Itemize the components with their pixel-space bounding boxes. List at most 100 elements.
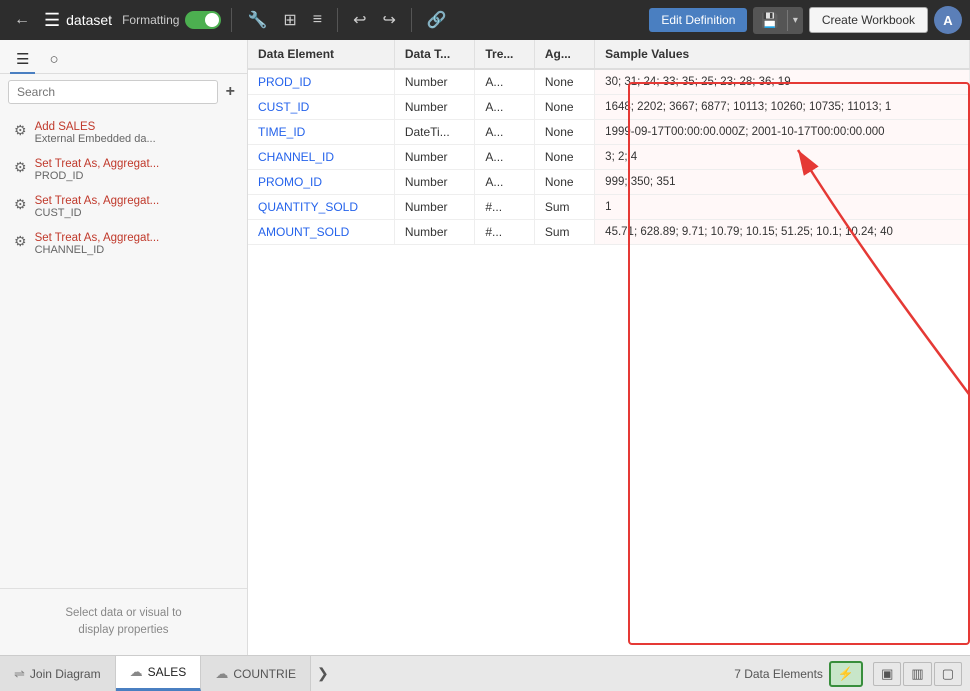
separator-1 <box>231 8 232 32</box>
table-row[interactable]: TIME_ID DateTi... A... None 1999-09-17T0… <box>248 120 970 145</box>
list-view-button[interactable]: ≡ <box>308 7 327 33</box>
cell-element: PROMO_ID <box>248 170 394 195</box>
settings-icon: ⚙ <box>14 159 27 176</box>
countries-label: COUNTRIE <box>233 667 296 681</box>
wrench-button[interactable]: 🔧 <box>242 6 272 34</box>
next-tab-button[interactable]: ❯ <box>311 661 335 686</box>
add-button[interactable]: + <box>222 81 239 103</box>
join-diagram-icon: ⇌ <box>14 666 25 682</box>
left-panel-footer: Select data or visual todisplay properti… <box>0 588 247 656</box>
redo-button[interactable]: ↪ <box>378 6 401 34</box>
formatting-toggle[interactable] <box>185 11 221 29</box>
toggle-knob <box>205 13 219 27</box>
cell-agg: Sum <box>534 220 594 245</box>
col-header-agg: Ag... <box>534 40 594 69</box>
toolbar-title: dataset <box>66 12 112 28</box>
view-buttons: ▣ ▥ ▢ <box>873 662 970 686</box>
save-dropdown-button[interactable]: ▾ <box>787 10 803 31</box>
sales-label: SALES <box>148 665 187 679</box>
item-subtitle: PROD_ID <box>35 170 160 182</box>
cell-treat: #... <box>475 220 535 245</box>
settings-icon: ⚙ <box>14 233 27 250</box>
back-button[interactable]: ← <box>8 7 36 33</box>
cell-datatype: Number <box>394 170 475 195</box>
sales-cloud-icon: ☁ <box>130 664 143 680</box>
edit-definition-button[interactable]: Edit Definition <box>649 8 747 32</box>
link-button[interactable]: 🔗 <box>422 6 452 34</box>
cell-datatype: DateTi... <box>394 120 475 145</box>
cell-datatype: Number <box>394 145 475 170</box>
data-elements-label: 7 Data Elements <box>734 667 823 681</box>
list-item[interactable]: ⚙ Set Treat As, Aggregat... CHANNEL_ID <box>4 226 243 262</box>
countries-cloud-icon: ☁ <box>215 666 228 682</box>
split-view-button[interactable]: ▥ <box>903 662 931 686</box>
separator-2 <box>337 8 338 32</box>
cell-element: PROD_ID <box>248 69 394 95</box>
tab-countries[interactable]: ☁ COUNTRIE <box>201 656 311 691</box>
cell-datatype: Number <box>394 220 475 245</box>
cell-treat: A... <box>475 145 535 170</box>
cell-agg: Sum <box>534 195 594 220</box>
main-toolbar: ← ☰ dataset Formatting 🔧 ⊞ ≡ ↩ ↪ 🔗 Edit … <box>0 0 970 40</box>
list-item[interactable]: ⚙ Add SALES External Embedded da... <box>4 115 243 151</box>
data-table-wrapper[interactable]: Data Element Data T... Tre... Ag... Samp… <box>248 40 970 655</box>
list-item[interactable]: ⚙ Set Treat As, Aggregat... PROD_ID <box>4 152 243 188</box>
item-title: Set Treat As, Aggregat... <box>35 232 160 244</box>
avatar[interactable]: A <box>934 6 962 34</box>
item-title: Set Treat As, Aggregat... <box>35 195 160 207</box>
list-item[interactable]: ⚙ Set Treat As, Aggregat... CUST_ID <box>4 189 243 225</box>
separator-3 <box>411 8 412 32</box>
table-row[interactable]: PROMO_ID Number A... None 999; 350; 351 <box>248 170 970 195</box>
list-view-button[interactable]: ▢ <box>934 662 962 686</box>
cell-sample: 1648; 2202; 3667; 6877; 10113; 10260; 10… <box>595 95 970 120</box>
tab-sales[interactable]: ☁ SALES <box>116 656 202 691</box>
cell-sample: 3; 2; 4 <box>595 145 970 170</box>
data-table: Data Element Data T... Tre... Ag... Samp… <box>248 40 970 245</box>
item-text: Set Treat As, Aggregat... PROD_ID <box>35 158 160 182</box>
table-row[interactable]: PROD_ID Number A... None 30; 31; 24; 33;… <box>248 69 970 95</box>
cell-element: CHANNEL_ID <box>248 145 394 170</box>
create-workbook-button[interactable]: Create Workbook <box>809 7 928 33</box>
main-content: Data Element Data T... Tre... Ag... Samp… <box>248 40 970 655</box>
settings-icon: ⚙ <box>14 196 27 213</box>
left-panel-tabs: ☰ ○ <box>0 40 247 74</box>
join-diagram-label: Join Diagram <box>30 667 101 681</box>
left-panel-items: ⚙ Add SALES External Embedded da... ⚙ Se… <box>0 110 247 588</box>
table-row[interactable]: CHANNEL_ID Number A... None 3; 2; 4 <box>248 145 970 170</box>
item-subtitle: CHANNEL_ID <box>35 244 160 256</box>
cell-sample: 1 <box>595 195 970 220</box>
undo-button[interactable]: ↩ <box>348 6 371 34</box>
table-row[interactable]: QUANTITY_SOLD Number #... Sum 1 <box>248 195 970 220</box>
table-row[interactable]: AMOUNT_SOLD Number #... Sum 45.71; 628.8… <box>248 220 970 245</box>
bottom-info: 7 Data Elements ⚡ <box>724 661 873 687</box>
cell-agg: None <box>534 170 594 195</box>
cell-sample: 45.71; 628.89; 9.71; 10.79; 10.15; 51.25… <box>595 220 970 245</box>
left-panel: ☰ ○ + ⚙ Add SALES External Embedded da..… <box>0 40 248 655</box>
cell-agg: None <box>534 95 594 120</box>
col-header-datatype: Data T... <box>394 40 475 69</box>
cell-treat: A... <box>475 120 535 145</box>
settings-icon: ⚙ <box>14 122 27 139</box>
formatting-label: Formatting <box>122 13 179 27</box>
table-row[interactable]: CUST_ID Number A... None 1648; 2202; 366… <box>248 95 970 120</box>
save-group: 💾 ▾ <box>753 7 802 34</box>
search-input[interactable] <box>8 80 218 104</box>
grid-view-button[interactable]: ▣ <box>873 662 901 686</box>
bottom-bar: ⇌ Join Diagram ☁ SALES ☁ COUNTRIE ❯ 7 Da… <box>0 655 970 691</box>
tab-join-diagram[interactable]: ⇌ Join Diagram <box>0 656 116 691</box>
grid-view-button[interactable]: ⊞ <box>278 6 301 34</box>
cell-datatype: Number <box>394 69 475 95</box>
cell-agg: None <box>534 120 594 145</box>
cell-element: CUST_ID <box>248 95 394 120</box>
cell-agg: None <box>534 69 594 95</box>
tab-list-icon[interactable]: ☰ <box>10 46 35 74</box>
item-text: Add SALES External Embedded da... <box>35 121 156 145</box>
footer-text: Select data or visual todisplay properti… <box>65 607 181 636</box>
cell-treat: #... <box>475 195 535 220</box>
save-button[interactable]: 💾 <box>753 7 786 34</box>
tab-circle-icon[interactable]: ○ <box>43 47 64 74</box>
col-header-treat: Tre... <box>475 40 535 69</box>
cell-element: QUANTITY_SOLD <box>248 195 394 220</box>
item-subtitle: CUST_ID <box>35 207 160 219</box>
lightning-button[interactable]: ⚡ <box>829 661 863 687</box>
